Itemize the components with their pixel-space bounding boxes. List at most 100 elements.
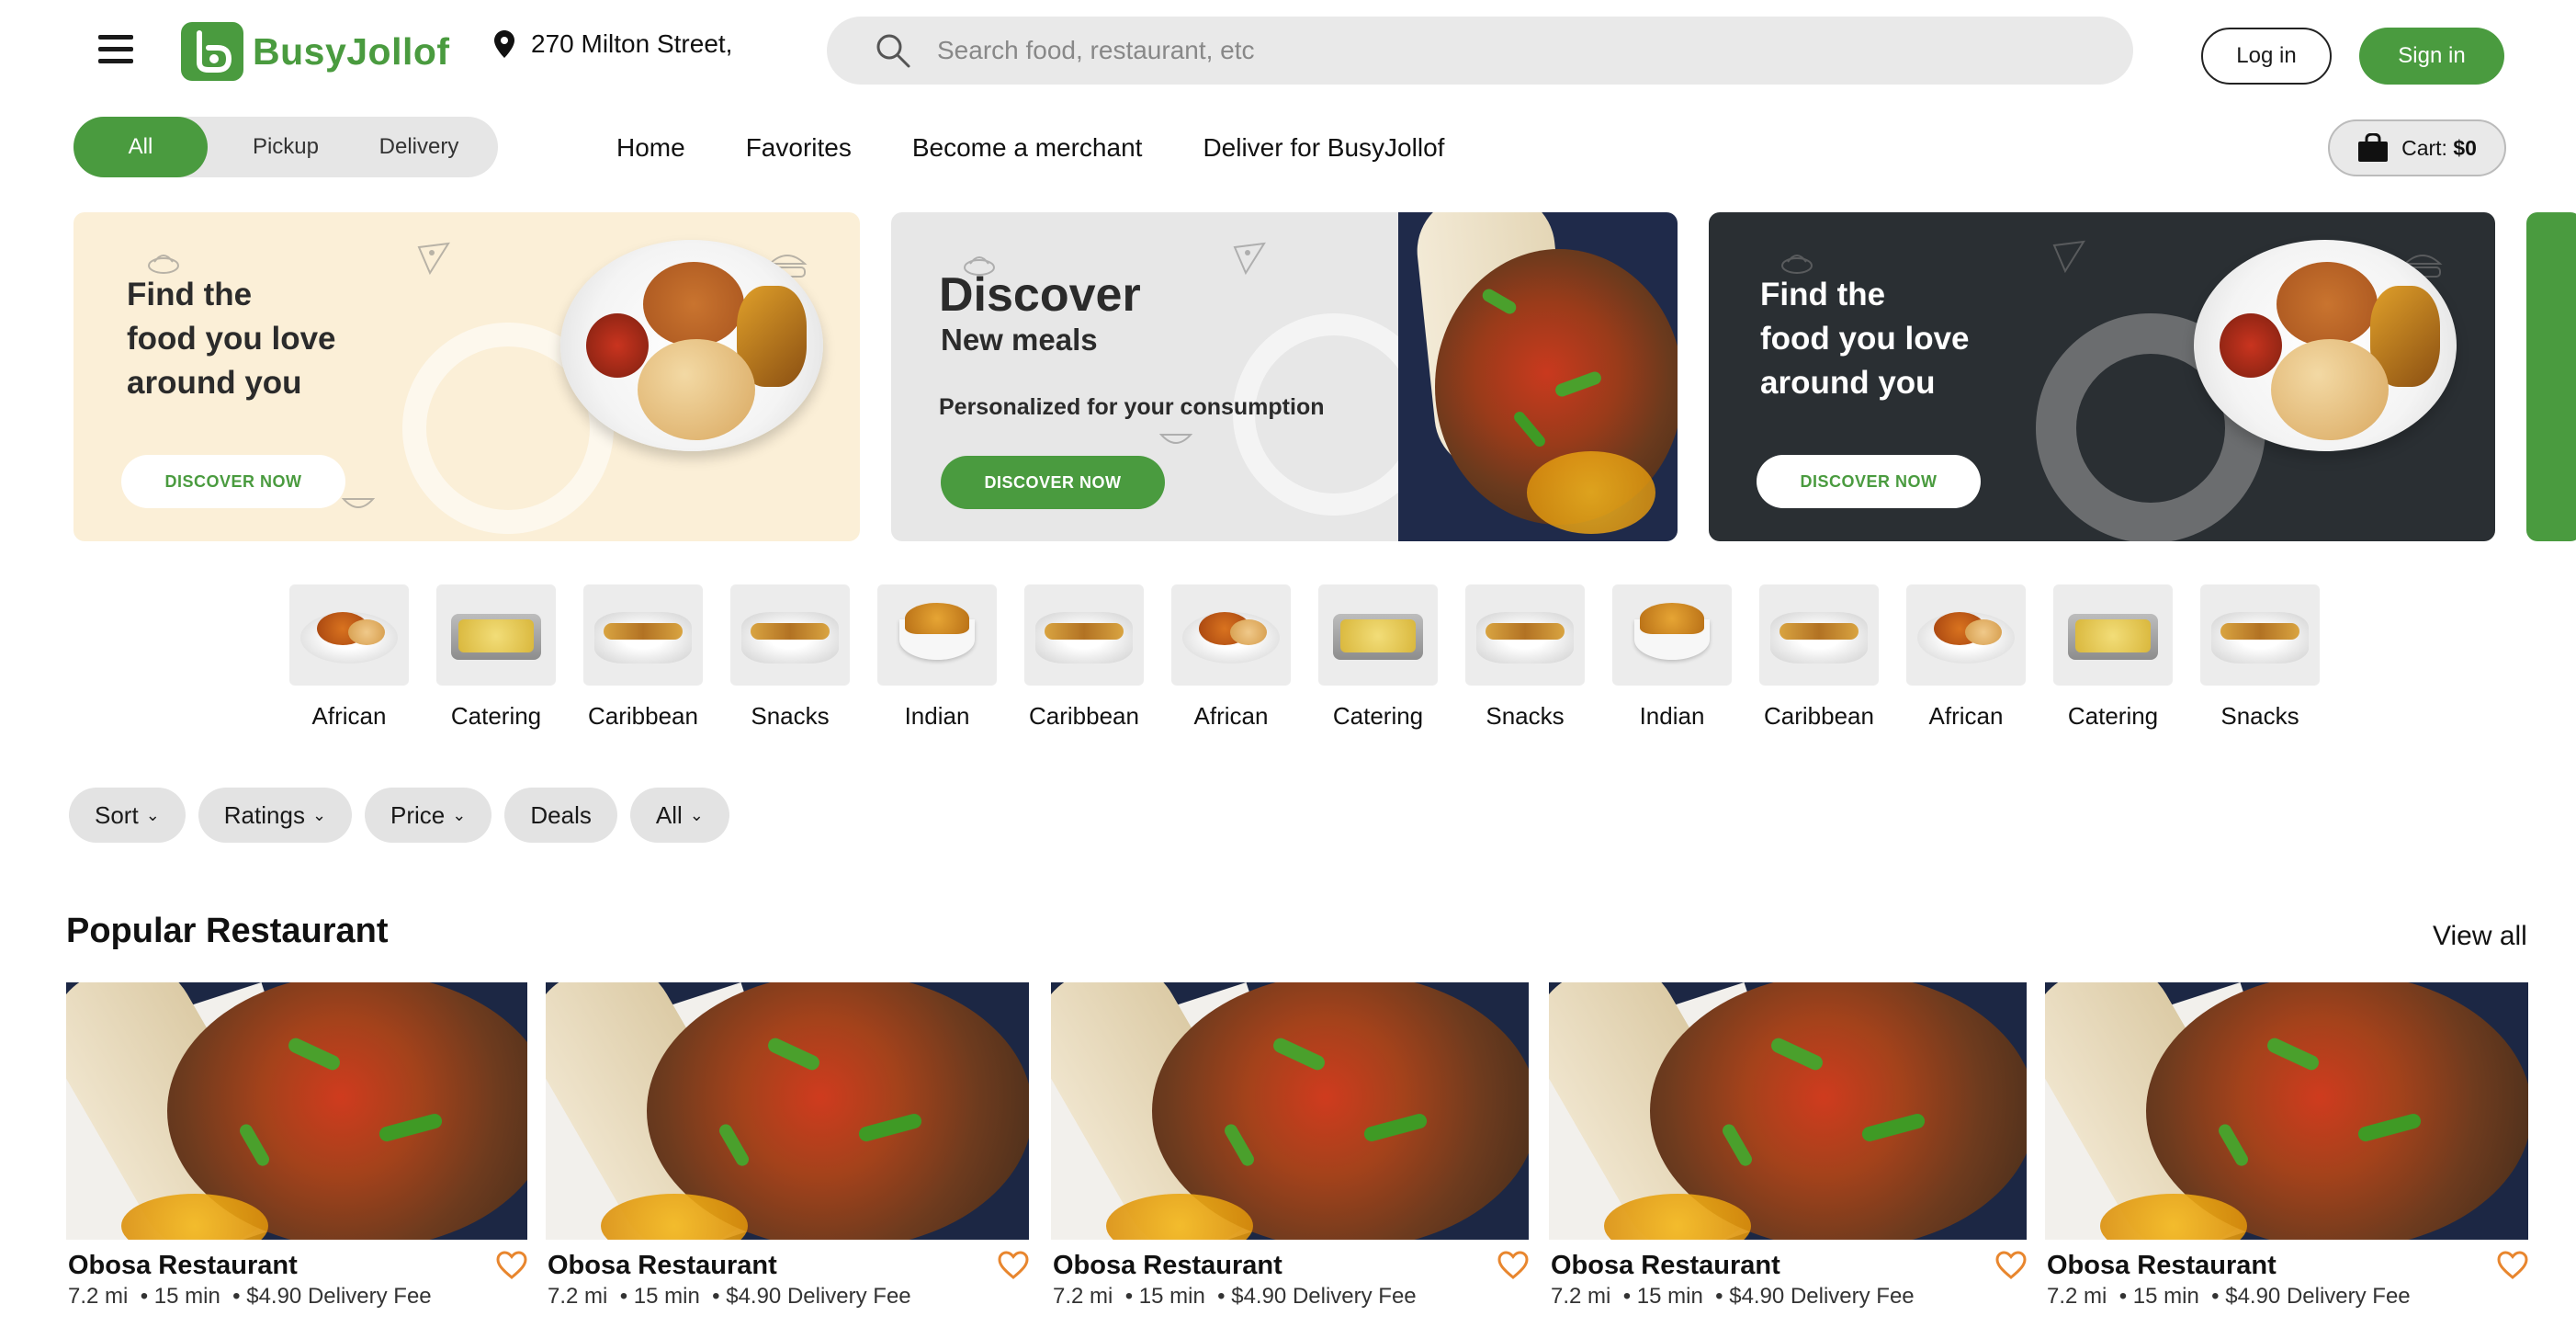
banner-line: Find the — [127, 277, 253, 312]
banner-line: food you love — [1760, 321, 1970, 357]
heart-icon[interactable] — [2497, 1251, 2528, 1280]
banner-subtitle: New meals — [941, 323, 1098, 357]
category-catering[interactable]: Catering — [423, 584, 570, 731]
restaurant-fee: $4.90 Delivery Fee — [1729, 1284, 1915, 1309]
category-snacks[interactable]: Snacks — [1452, 584, 1599, 731]
signin-button[interactable]: Sign in — [2359, 28, 2504, 85]
category-african[interactable]: African — [1158, 584, 1305, 731]
category-african[interactable]: African — [276, 584, 423, 731]
search-icon — [876, 34, 910, 68]
pizza-doodle-icon — [417, 242, 450, 276]
bowl-doodle-icon — [1158, 434, 1193, 444]
restaurant-meta: 7.2 mi • 15 min • $4.90 Delivery Fee — [1551, 1284, 1915, 1309]
filter-bar: Sort ⌄ Ratings ⌄ Price ⌄ Deals All ⌄ — [69, 788, 742, 843]
category-thumbnail — [1465, 584, 1585, 686]
discover-now-button[interactable]: DISCOVER NOW — [1757, 455, 1981, 508]
restaurant-photo — [1051, 982, 1529, 1240]
banner-heading: Find the food you love around you — [127, 273, 336, 405]
restaurant-card[interactable]: Obosa Restaurant 7.2 mi • 15 min • $4.90 … — [1549, 982, 2027, 1327]
brand-logo[interactable]: BusyJollof — [181, 22, 450, 81]
category-african[interactable]: African — [1892, 584, 2039, 731]
filter-label: Sort — [95, 800, 139, 829]
mode-all[interactable]: All — [73, 117, 208, 177]
category-label: Catering — [450, 702, 542, 730]
chevron-down-icon: ⌄ — [145, 805, 160, 824]
filter-ratings[interactable]: Ratings ⌄ — [198, 788, 353, 843]
restaurant-distance: 7.2 mi — [1053, 1284, 1113, 1309]
banner-line: around you — [1760, 365, 1936, 401]
restaurant-card[interactable]: Obosa Restaurant 7.2 mi • 15 min • $4.90 … — [1051, 982, 1529, 1327]
discover-now-button[interactable]: DISCOVER NOW — [121, 455, 345, 508]
category-thumbnail — [1612, 584, 1732, 686]
category-indian[interactable]: Indian — [864, 584, 1011, 731]
restaurant-fee: $4.90 Delivery Fee — [726, 1284, 911, 1309]
delivery-location[interactable]: 270 Milton Street, — [494, 29, 732, 59]
restaurant-meta: 7.2 mi • 15 min • $4.90 Delivery Fee — [1053, 1284, 1417, 1309]
filter-sort[interactable]: Sort ⌄ — [69, 788, 186, 843]
chevron-down-icon: ⌄ — [689, 805, 704, 824]
heart-icon[interactable] — [1995, 1251, 2027, 1280]
promo-banner-next[interactable] — [2526, 212, 2576, 541]
category-catering[interactable]: Catering — [2039, 584, 2186, 731]
filter-all[interactable]: All ⌄ — [629, 788, 729, 843]
category-thumbnail — [289, 584, 409, 686]
filter-deals[interactable]: Deals — [504, 788, 617, 843]
nav-deliver[interactable]: Deliver for BusyJollof — [1203, 133, 1444, 163]
restaurant-time: 15 min — [633, 1284, 700, 1309]
mode-delivery[interactable]: Delivery — [364, 117, 474, 177]
main-nav: Home Favorites Become a merchant Deliver… — [616, 133, 1505, 163]
jollof-plate-image — [560, 240, 823, 451]
category-thumbnail — [1171, 584, 1291, 686]
restaurant-card[interactable]: Obosa Restaurant 7.2 mi • 15 min • $4.90 … — [546, 982, 1029, 1327]
category-thumbnail — [2200, 584, 2320, 686]
restaurant-card[interactable]: Obosa Restaurant 7.2 mi • 15 min • $4.90 … — [66, 982, 527, 1327]
nav-home[interactable]: Home — [616, 133, 685, 163]
nav-favorites[interactable]: Favorites — [746, 133, 852, 163]
location-text: 270 Milton Street, — [531, 29, 733, 58]
login-button[interactable]: Log in — [2201, 28, 2332, 85]
menu-icon[interactable] — [98, 35, 133, 64]
promo-banner-discover[interactable]: Discover New meals Personalized for your… — [891, 212, 1678, 541]
search-bar[interactable] — [827, 17, 2133, 85]
restaurant-card[interactable]: Obosa Restaurant 7.2 mi • 15 min • $4.90 … — [2045, 982, 2528, 1327]
promo-banner-find-food-dark[interactable]: Find the food you love around you DISCOV… — [1709, 212, 2495, 541]
view-all-link[interactable]: View all — [2433, 921, 2527, 952]
category-snacks[interactable]: Snacks — [2186, 584, 2333, 731]
search-input[interactable] — [937, 36, 2039, 65]
heart-icon[interactable] — [998, 1251, 1029, 1280]
category-carousel: African Catering Caribbean Snacks Indian Cari… — [276, 584, 2389, 732]
category-caribbean[interactable]: Caribbean — [1746, 584, 1892, 731]
promo-banner-find-food[interactable]: Find the food you love around you DISCOV… — [73, 212, 860, 541]
restaurant-photo — [2045, 982, 2528, 1240]
food-doodle-icon — [1781, 255, 1813, 274]
nav-become-merchant[interactable]: Become a merchant — [912, 133, 1143, 163]
category-catering[interactable]: Catering — [1305, 584, 1452, 731]
shopping-bag-icon — [2358, 133, 2389, 162]
filter-label: Ratings — [223, 800, 305, 829]
restaurant-name: Obosa Restaurant — [548, 1251, 777, 1280]
restaurant-time: 15 min — [2132, 1284, 2199, 1309]
mode-pickup[interactable]: Pickup — [208, 117, 364, 177]
cart-button[interactable]: Cart: $0 — [2328, 119, 2506, 176]
chevron-down-icon: ⌄ — [311, 805, 327, 824]
heart-icon[interactable] — [496, 1251, 527, 1280]
category-snacks[interactable]: Snacks — [717, 584, 864, 731]
top-header: BusyJollof 270 Milton Street, Log in Sig… — [0, 0, 2576, 106]
restaurant-time: 15 min — [1138, 1284, 1205, 1309]
discover-now-button[interactable]: DISCOVER NOW — [941, 456, 1165, 509]
category-indian[interactable]: Indian — [1599, 584, 1746, 731]
category-caribbean[interactable]: Caribbean — [1011, 584, 1158, 731]
banner-line: Find the — [1760, 277, 1886, 312]
filter-price[interactable]: Price ⌄ — [365, 788, 492, 843]
logo-icon — [181, 22, 243, 81]
category-thumbnail — [1318, 584, 1438, 686]
brand-name: BusyJollof — [253, 29, 450, 73]
category-thumbnail — [2053, 584, 2173, 686]
pizza-doodle-icon — [2052, 240, 2085, 274]
category-label: Catering — [2067, 702, 2159, 730]
category-label: Snacks — [2220, 702, 2299, 730]
category-caribbean[interactable]: Caribbean — [570, 584, 717, 731]
restaurant-meta: 7.2 mi • 15 min • $4.90 Delivery Fee — [548, 1284, 911, 1309]
restaurant-time: 15 min — [153, 1284, 220, 1309]
heart-icon[interactable] — [1497, 1251, 1529, 1280]
